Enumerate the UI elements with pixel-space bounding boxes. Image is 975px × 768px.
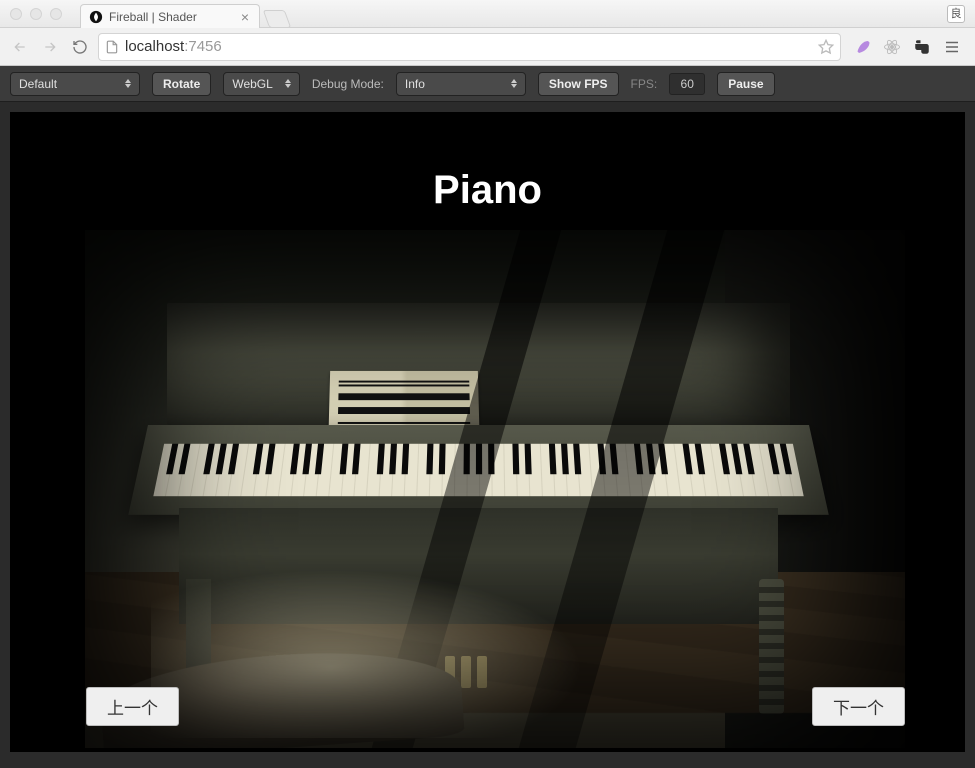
maximize-window-icon[interactable]: [50, 8, 62, 20]
evernote-extension-icon[interactable]: [913, 38, 931, 56]
tab-favicon-icon: [89, 10, 103, 24]
react-extension-icon[interactable]: [883, 38, 901, 56]
debug-mode-label: Debug Mode:: [312, 77, 384, 91]
url-port: :7456: [184, 38, 222, 55]
rotate-label: Rotate: [163, 77, 200, 91]
render-viewport[interactable]: Piano 上一个 下一个: [10, 112, 965, 752]
tab-title: Fireball | Shader: [109, 10, 197, 24]
bookmark-star-icon[interactable]: [818, 39, 834, 55]
url-host: localhost: [125, 38, 184, 55]
prev-button[interactable]: 上一个: [86, 687, 179, 726]
profile-badge[interactable]: 良: [947, 5, 965, 23]
rotate-button[interactable]: Rotate: [152, 72, 211, 96]
browser-tab[interactable]: Fireball | Shader ×: [80, 4, 260, 28]
debug-mode-select[interactable]: Info: [396, 72, 526, 96]
next-button[interactable]: 下一个: [812, 687, 905, 726]
new-tab-button[interactable]: [263, 10, 292, 28]
renderer-select[interactable]: WebGL: [223, 72, 299, 96]
show-fps-button[interactable]: Show FPS: [538, 72, 619, 96]
traffic-lights: [10, 8, 62, 20]
app-wrap: Default Rotate WebGL Debug Mode: Info Sh…: [0, 66, 975, 768]
browser-toolbar: localhost:7456: [0, 28, 975, 66]
caret-icon: [511, 79, 517, 88]
url-text: localhost:7456: [125, 38, 222, 55]
debug-mode-value: Info: [405, 77, 425, 91]
scene-canvas: [85, 230, 905, 748]
caret-icon: [125, 79, 131, 88]
close-tab-icon[interactable]: ×: [241, 10, 249, 24]
reload-button[interactable]: [68, 35, 92, 59]
pause-button[interactable]: Pause: [717, 72, 774, 96]
close-window-icon[interactable]: [10, 8, 22, 20]
url-bar[interactable]: localhost:7456: [98, 33, 841, 61]
extension-icons: [847, 38, 967, 56]
show-fps-label: Show FPS: [549, 77, 608, 91]
window-titlebar: Fireball | Shader × 良: [0, 0, 975, 28]
hamburger-menu-icon[interactable]: [943, 38, 961, 56]
back-button[interactable]: [8, 35, 32, 59]
mode-select[interactable]: Default: [10, 72, 140, 96]
forward-button[interactable]: [38, 35, 62, 59]
mode-select-value: Default: [19, 77, 57, 91]
fps-label: FPS:: [631, 77, 658, 91]
minimize-window-icon[interactable]: [30, 8, 42, 20]
caret-icon: [285, 79, 291, 88]
pause-label: Pause: [728, 77, 763, 91]
page-icon: [105, 40, 119, 54]
renderer-value: WebGL: [232, 77, 272, 91]
tab-strip: Fireball | Shader ×: [80, 4, 288, 28]
feather-extension-icon[interactable]: [853, 38, 871, 56]
app-toolbar: Default Rotate WebGL Debug Mode: Info Sh…: [0, 66, 975, 102]
scene-title: Piano: [10, 168, 965, 213]
fps-value: 60: [669, 73, 705, 95]
